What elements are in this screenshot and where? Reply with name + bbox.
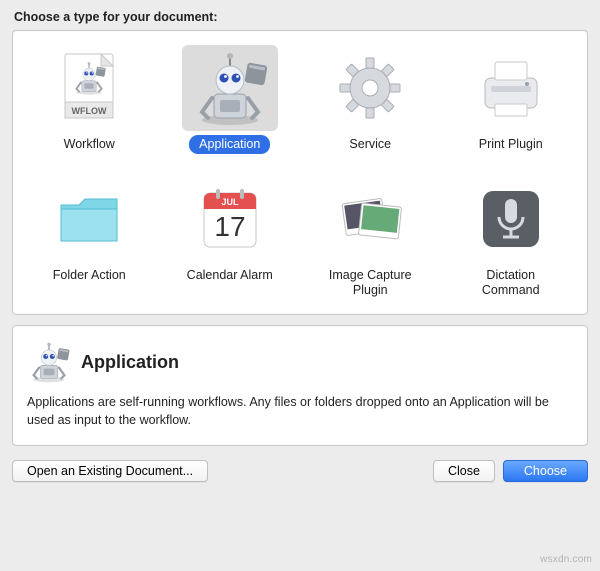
type-label: Dictation Command	[451, 266, 571, 300]
description-panel: Application Applications are self-runnin…	[12, 325, 588, 446]
description-body: Applications are self-running workflows.…	[27, 394, 571, 429]
type-dictation-command[interactable]: Dictation Command	[443, 172, 580, 300]
close-button[interactable]: Close	[433, 460, 495, 482]
type-service[interactable]: Service	[302, 41, 439, 154]
folder-action-icon	[41, 176, 137, 262]
type-calendar-alarm[interactable]: Calendar Alarm	[162, 172, 299, 300]
type-grid-panel: Workflow Application Service Print Plugi…	[12, 30, 588, 315]
application-icon	[182, 45, 278, 131]
service-icon	[322, 45, 418, 131]
description-title: Application	[81, 352, 179, 373]
choose-button[interactable]: Choose	[503, 460, 588, 482]
calendar-alarm-icon	[182, 176, 278, 262]
type-application[interactable]: Application	[162, 41, 299, 154]
type-label: Image Capture Plugin	[310, 266, 430, 300]
open-existing-button[interactable]: Open an Existing Document...	[12, 460, 208, 482]
type-grid: Workflow Application Service Print Plugi…	[21, 41, 579, 300]
workflow-icon	[41, 45, 137, 131]
image-capture-plugin-icon	[322, 176, 418, 262]
type-workflow[interactable]: Workflow	[21, 41, 158, 154]
print-plugin-icon	[463, 45, 559, 131]
dialog-footer: Open an Existing Document... Close Choos…	[12, 460, 588, 482]
application-icon	[27, 340, 71, 384]
type-label: Workflow	[54, 135, 125, 154]
type-label: Service	[339, 135, 401, 154]
dictation-command-icon	[463, 176, 559, 262]
description-header: Application	[27, 340, 571, 384]
type-image-capture-plugin[interactable]: Image Capture Plugin	[302, 172, 439, 300]
type-label: Print Plugin	[469, 135, 553, 154]
type-label: Calendar Alarm	[177, 266, 283, 285]
type-label: Application	[189, 135, 270, 154]
watermark: wsxdn.com	[540, 554, 592, 565]
type-print-plugin[interactable]: Print Plugin	[443, 41, 580, 154]
dialog-heading: Choose a type for your document:	[14, 10, 588, 24]
type-label: Folder Action	[43, 266, 136, 285]
type-folder-action[interactable]: Folder Action	[21, 172, 158, 300]
